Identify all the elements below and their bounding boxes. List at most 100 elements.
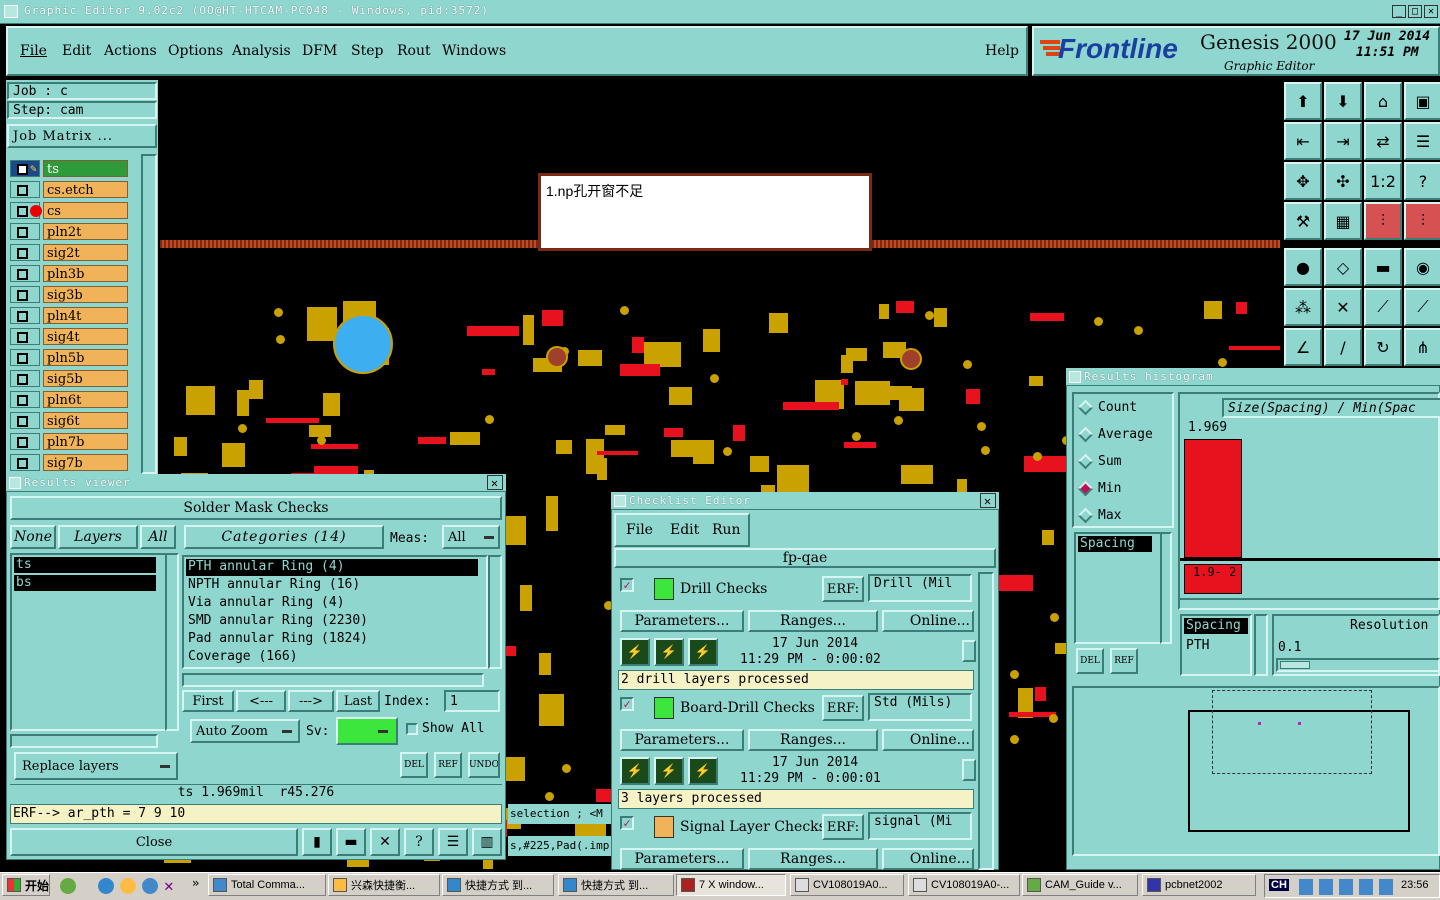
histogram-list-scroll[interactable] [1160, 532, 1172, 644]
polygon-icon[interactable]: ◇ [1324, 248, 1362, 286]
layer-row[interactable]: cs [10, 202, 128, 219]
window-menu-icon[interactable] [614, 495, 626, 507]
arc-icon[interactable]: ↻ [1364, 328, 1402, 366]
histogram-bar[interactable] [1184, 439, 1242, 558]
layer-checkbox[interactable]: ✎ [10, 160, 40, 177]
layer-row[interactable]: pln7b [10, 433, 128, 450]
tool-icon[interactable]: ⚒ [1284, 202, 1322, 240]
layer-row[interactable]: sig6t [10, 412, 128, 429]
categories-hscroll[interactable] [182, 673, 484, 687]
histogram-bar-label-box[interactable]: 1.9- 2 [1184, 564, 1242, 594]
window-icon[interactable]: ▣ [1404, 82, 1440, 120]
check-checkbox[interactable]: ✓ [620, 578, 634, 592]
checklist-close-icon[interactable]: ✕ [980, 493, 996, 508]
layer-row[interactable]: sig2t [10, 244, 128, 261]
window-icon[interactable] [4, 5, 18, 18]
pan-icon[interactable]: ⇄ [1364, 122, 1402, 160]
map-icon[interactable]: ▮ [302, 828, 332, 856]
menu-step[interactable]: Step [351, 43, 383, 59]
cross-icon[interactable]: ✕ [1324, 288, 1362, 326]
last-button[interactable]: Last [336, 690, 380, 712]
measure-icon[interactable]: ⫶ [1364, 202, 1402, 240]
chevron-right-icon[interactable]: » [192, 876, 199, 890]
ranges-button[interactable]: Ranges... [748, 729, 878, 751]
chart-icon[interactable]: ▥ [472, 828, 502, 856]
checklist-scrollbar[interactable] [978, 572, 994, 870]
npth-hole[interactable] [333, 314, 393, 374]
start-button[interactable]: 开始 [2, 874, 50, 896]
x-app-icon[interactable]: ✕ [164, 876, 180, 895]
category-item[interactable]: SMD annular Ring (2230) [186, 613, 478, 630]
measure2-icon[interactable]: ⫶ [1404, 202, 1440, 240]
layer-checkbox[interactable] [10, 370, 40, 387]
layer-checkbox[interactable] [10, 307, 40, 324]
check-checkbox[interactable]: ✓ [620, 697, 634, 711]
hist-ref-button[interactable]: REF [1110, 648, 1138, 674]
slider-thumb[interactable] [1280, 661, 1310, 669]
menu-actions[interactable]: Actions [104, 43, 157, 59]
layer-row[interactable]: ✎ ts [10, 160, 128, 177]
checklist-menu-edit[interactable]: Edit [670, 522, 699, 538]
run-selected-icon[interactable]: ⚡ [654, 757, 684, 785]
layer-scrollbar[interactable] [141, 154, 157, 474]
histogram-list-selected[interactable]: Spacing [1078, 536, 1152, 552]
list2-scroll[interactable] [1254, 614, 1268, 676]
menu-options[interactable]: Options [168, 43, 223, 59]
layer-row[interactable]: cs.etch [10, 181, 128, 198]
tray-icons[interactable] [1299, 879, 1399, 895]
browser-icon[interactable] [142, 878, 158, 894]
layer-row[interactable]: sig3b [10, 286, 128, 303]
menu-file[interactable]: File [20, 43, 47, 59]
zoom-right-icon[interactable]: ⇥ [1324, 122, 1362, 160]
prev-button[interactable]: <--- [236, 690, 286, 712]
layer-checkbox[interactable] [10, 454, 40, 471]
next-button[interactable]: ---> [288, 690, 334, 712]
show-all-checkbox[interactable] [406, 723, 418, 735]
online-button[interactable]: Online... [882, 848, 974, 870]
categories-list[interactable]: PTH annular Ring (4) NPTH annular Ring (1… [182, 555, 488, 669]
filter-icon[interactable]: ⋔ [1404, 328, 1440, 366]
minimize-button[interactable]: _ [1392, 5, 1406, 18]
nodes-icon[interactable]: ⁂ [1284, 288, 1322, 326]
online-button[interactable]: Online... [882, 729, 974, 751]
taskbar-item[interactable]: 快捷方式 到... [558, 874, 674, 896]
layer-checkbox[interactable] [10, 223, 40, 240]
parameters-button[interactable]: Parameters... [620, 848, 744, 870]
window-menu-icon[interactable] [9, 477, 21, 489]
layer-row[interactable]: sig4t [10, 328, 128, 345]
menu-rout[interactable]: Rout [397, 43, 431, 59]
ranges-button[interactable]: Ranges... [748, 848, 878, 870]
angle-icon[interactable]: ∠ [1284, 328, 1322, 366]
layer-checkbox[interactable] [10, 433, 40, 450]
menu-analysis[interactable]: Analysis [232, 43, 291, 59]
snapshot-icon[interactable]: ⬆ [1284, 82, 1322, 120]
online-button[interactable]: Online... [882, 610, 974, 632]
run-icon[interactable]: ⚡ [620, 757, 650, 785]
taskbar-item[interactable]: 快捷方式 到... [442, 874, 554, 896]
all-layers-button[interactable]: All [140, 525, 176, 549]
results-layer-hscroll[interactable] [10, 734, 158, 748]
close-button[interactable]: Close [10, 828, 298, 856]
histogram-hscroll[interactable] [1178, 598, 1440, 610]
radio-max[interactable] [1077, 507, 1094, 524]
auto-zoom-dropdown[interactable]: Auto Zoom [190, 719, 300, 743]
close-window-button[interactable]: ✕ [1424, 5, 1438, 18]
job-matrix-button[interactable]: Job Matrix ... [7, 124, 157, 148]
run-icon[interactable]: ⚡ [620, 638, 650, 666]
report-icon[interactable]: ☰ [438, 828, 468, 856]
histogram-list[interactable]: Spacing [1074, 532, 1162, 644]
parameters-button[interactable]: Parameters... [620, 729, 744, 751]
layout-icon[interactable]: ☰ [1404, 122, 1440, 160]
replace-layers-dropdown[interactable]: Replace layers [14, 752, 178, 780]
ratio-icon[interactable]: 1:2 [1364, 162, 1402, 200]
layer-checkbox[interactable] [10, 244, 40, 261]
result-layer-item[interactable]: ts [14, 557, 156, 573]
checklist-menu-file[interactable]: File [626, 522, 653, 538]
first-button[interactable]: First [182, 690, 234, 712]
grid-icon[interactable]: ▦ [1324, 202, 1362, 240]
layer-checkbox[interactable] [10, 412, 40, 429]
ruler-icon[interactable]: ▬ [1364, 248, 1402, 286]
radio-min[interactable] [1077, 480, 1094, 497]
stop-icon[interactable]: ⚡ [688, 757, 718, 785]
ie-icon[interactable] [98, 878, 114, 894]
